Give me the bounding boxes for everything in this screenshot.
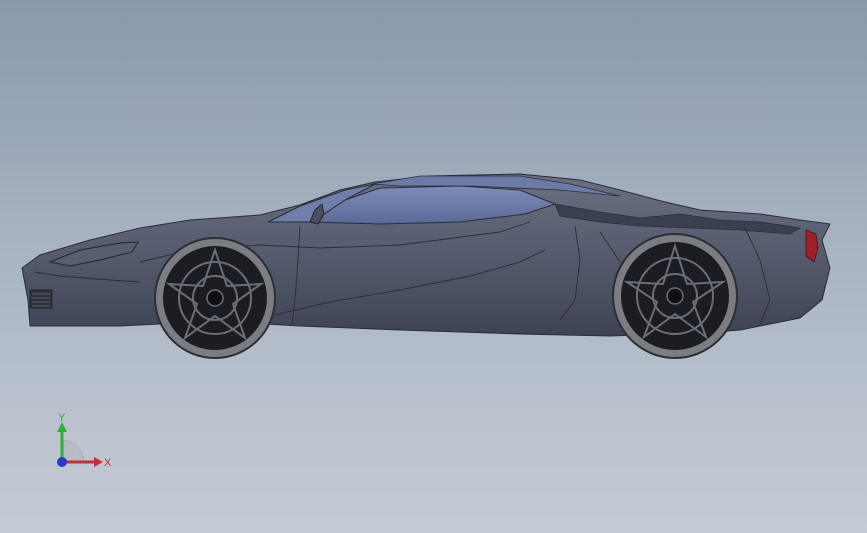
3d-viewport[interactable]: Y X — [0, 0, 867, 533]
x-axis-label: X — [104, 457, 112, 469]
front-wheel — [154, 237, 276, 359]
y-axis-label: Y — [58, 412, 66, 424]
axis-triad[interactable]: Y X — [40, 410, 120, 480]
z-axis-origin — [57, 457, 67, 467]
x-axis-arrow — [94, 457, 103, 467]
front-grille — [29, 289, 53, 309]
car-model[interactable] — [0, 0, 867, 533]
rear-wheel — [612, 233, 738, 359]
